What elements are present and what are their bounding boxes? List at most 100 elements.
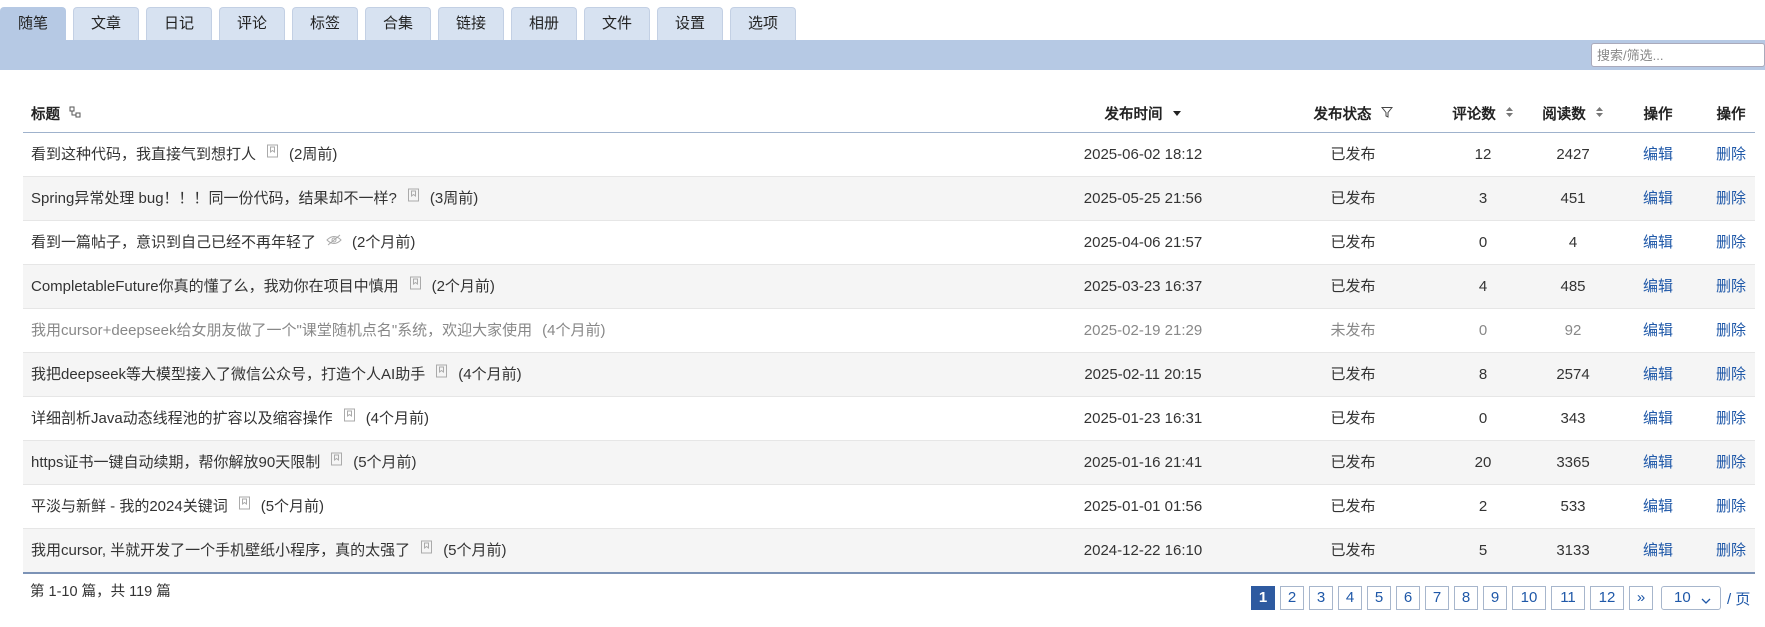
delete-link[interactable]: 删除 [1716, 366, 1746, 383]
cell-comments: 0 [1478, 234, 1488, 251]
filter-icon[interactable] [1380, 99, 1393, 129]
cell-time: 2025-02-19 21:29 [1083, 322, 1203, 339]
header-time[interactable]: 发布时间 [1023, 100, 1263, 130]
post-title[interactable]: https证书一键自动续期，帮你解放90天限制 [31, 454, 320, 471]
edit-link[interactable]: 编辑 [1643, 146, 1673, 163]
tab-2[interactable]: 日记 [146, 7, 212, 40]
post-title[interactable]: 看到一篇帖子，意识到自己已经不再年轻了 [31, 234, 316, 251]
tab-4[interactable]: 标签 [292, 7, 358, 40]
cell-title: 看到这种代码，我直接气到想打人 (2周前) [31, 133, 337, 177]
tab-5[interactable]: 合集 [365, 7, 431, 40]
cell-reads: 92 [1564, 322, 1582, 339]
header-status[interactable]: 发布状态 [1303, 100, 1403, 130]
edit-link[interactable]: 编辑 [1643, 366, 1673, 383]
page-button[interactable]: 7 [1425, 586, 1449, 610]
cell-edit: 编辑 [1618, 309, 1698, 352]
tree-icon[interactable] [69, 99, 81, 129]
header-reads-label: 阅读数 [1542, 107, 1586, 123]
chevron-down-icon [1700, 592, 1712, 614]
cell-delete: 删除 [1691, 529, 1765, 572]
table-row: 我把deepseek等大模型接入了微信公众号，打造个人AI助手 (4个月前) 202… [23, 353, 1755, 397]
cell-status: 已发布 [1330, 366, 1376, 383]
edit-link[interactable]: 编辑 [1643, 498, 1673, 515]
post-title[interactable]: 我用cursor, 半就开发了一个手机壁纸小程序，真的太强了 [31, 542, 410, 559]
page-button[interactable]: 3 [1309, 586, 1333, 610]
header-action-delete: 操作 [1716, 107, 1746, 123]
sort-both-icon[interactable] [1505, 99, 1514, 129]
post-title[interactable]: 看到这种代码，我直接气到想打人 [31, 146, 256, 163]
cell-reads: 2574 [1556, 366, 1590, 383]
tab-0[interactable]: 随笔 [0, 7, 66, 40]
bookmark-icon [407, 176, 420, 219]
edit-link[interactable]: 编辑 [1643, 322, 1673, 339]
post-title[interactable]: 我把deepseek等大模型接入了微信公众号，打造个人AI助手 [31, 366, 425, 383]
cell-delete: 删除 [1691, 265, 1765, 308]
cell-reads: 485 [1560, 278, 1586, 295]
delete-link[interactable]: 删除 [1716, 278, 1746, 295]
page-button[interactable]: 2 [1280, 586, 1304, 610]
tab-3[interactable]: 评论 [219, 7, 285, 40]
cell-delete: 删除 [1691, 397, 1765, 440]
cell-time: 2025-05-25 21:56 [1083, 190, 1203, 207]
tab-6[interactable]: 链接 [438, 7, 504, 40]
edit-link[interactable]: 编辑 [1643, 542, 1673, 559]
tab-8[interactable]: 文件 [584, 7, 650, 40]
cell-reads: 3133 [1556, 542, 1590, 559]
bookmark-icon [266, 132, 279, 175]
delete-link[interactable]: 删除 [1716, 410, 1746, 427]
post-age: (3周前) [429, 190, 479, 207]
page-button[interactable]: 12 [1590, 586, 1624, 610]
edit-link[interactable]: 编辑 [1643, 278, 1673, 295]
post-title[interactable]: 我用cursor+deepseek给女朋友做了一个"课堂随机点名"系统，欢迎大家… [31, 322, 532, 339]
tab-7[interactable]: 相册 [511, 7, 577, 40]
page-button[interactable]: 8 [1454, 586, 1478, 610]
cell-comments: 0 [1478, 410, 1488, 427]
sort-desc-icon[interactable] [1172, 99, 1182, 129]
cell-time: 2025-03-23 16:37 [1083, 278, 1203, 295]
page-button[interactable]: 1 [1251, 586, 1275, 610]
page-button[interactable]: 5 [1367, 586, 1391, 610]
cell-reads: 2427 [1556, 146, 1590, 163]
page-size-select[interactable]: 10 [1661, 586, 1721, 610]
delete-link[interactable]: 删除 [1716, 190, 1746, 207]
page-button[interactable]: 4 [1338, 586, 1362, 610]
table-row: 看到这种代码，我直接气到想打人 (2周前) 2025-06-02 18:12 已发布 1… [23, 133, 1755, 177]
tab-10[interactable]: 选项 [730, 7, 796, 40]
delete-link[interactable]: 删除 [1716, 234, 1746, 251]
tab-9[interactable]: 设置 [657, 7, 723, 40]
delete-link[interactable]: 删除 [1716, 498, 1746, 515]
delete-link[interactable]: 删除 [1716, 322, 1746, 339]
delete-link[interactable]: 删除 [1716, 146, 1746, 163]
cell-status: 已发布 [1330, 278, 1376, 295]
delete-link[interactable]: 删除 [1716, 454, 1746, 471]
sort-both-icon[interactable] [1595, 99, 1604, 129]
cell-delete: 删除 [1691, 133, 1765, 176]
edit-link[interactable]: 编辑 [1643, 454, 1673, 471]
post-title[interactable]: 平淡与新鲜 - 我的2024关键词 [31, 498, 228, 515]
delete-link[interactable]: 删除 [1716, 542, 1746, 559]
page-button[interactable]: 11 [1551, 586, 1585, 610]
cell-comments: 8 [1478, 366, 1488, 383]
edit-link[interactable]: 编辑 [1643, 190, 1673, 207]
table-row: Spring异常处理 bug！！！同一份代码，结果却不一样? (3周前) 2025-… [23, 177, 1755, 221]
pagination-summary: 第 1-10 篇，共 119 篇 [30, 584, 171, 600]
post-title[interactable]: Spring异常处理 bug！！！同一份代码，结果却不一样? [31, 190, 397, 207]
cell-reads: 3365 [1556, 454, 1590, 471]
tab-1[interactable]: 文章 [73, 7, 139, 40]
cell-status: 已发布 [1330, 146, 1376, 163]
search-input[interactable] [1591, 43, 1765, 67]
post-title[interactable]: 详细剖析Java动态线程池的扩容以及缩容操作 [31, 410, 333, 427]
header-title[interactable]: 标题 [31, 100, 81, 130]
header-reads[interactable]: 阅读数 [1528, 100, 1618, 130]
table-header: 标题 发布时间 发布状态 评论数 阅读数 操作 操作 [23, 100, 1755, 133]
page-button[interactable]: 9 [1483, 586, 1507, 610]
page-button[interactable]: 6 [1396, 586, 1420, 610]
post-title[interactable]: CompletableFuture你真的懂了么，我劝你在项目中慎用 [31, 278, 399, 295]
edit-link[interactable]: 编辑 [1643, 410, 1673, 427]
page-button[interactable]: 10 [1512, 586, 1546, 610]
next-page-button[interactable]: » [1629, 586, 1653, 610]
edit-link[interactable]: 编辑 [1643, 234, 1673, 251]
cell-status: 已发布 [1330, 454, 1376, 471]
header-comments[interactable]: 评论数 [1438, 100, 1528, 130]
cell-delete: 删除 [1691, 177, 1765, 220]
